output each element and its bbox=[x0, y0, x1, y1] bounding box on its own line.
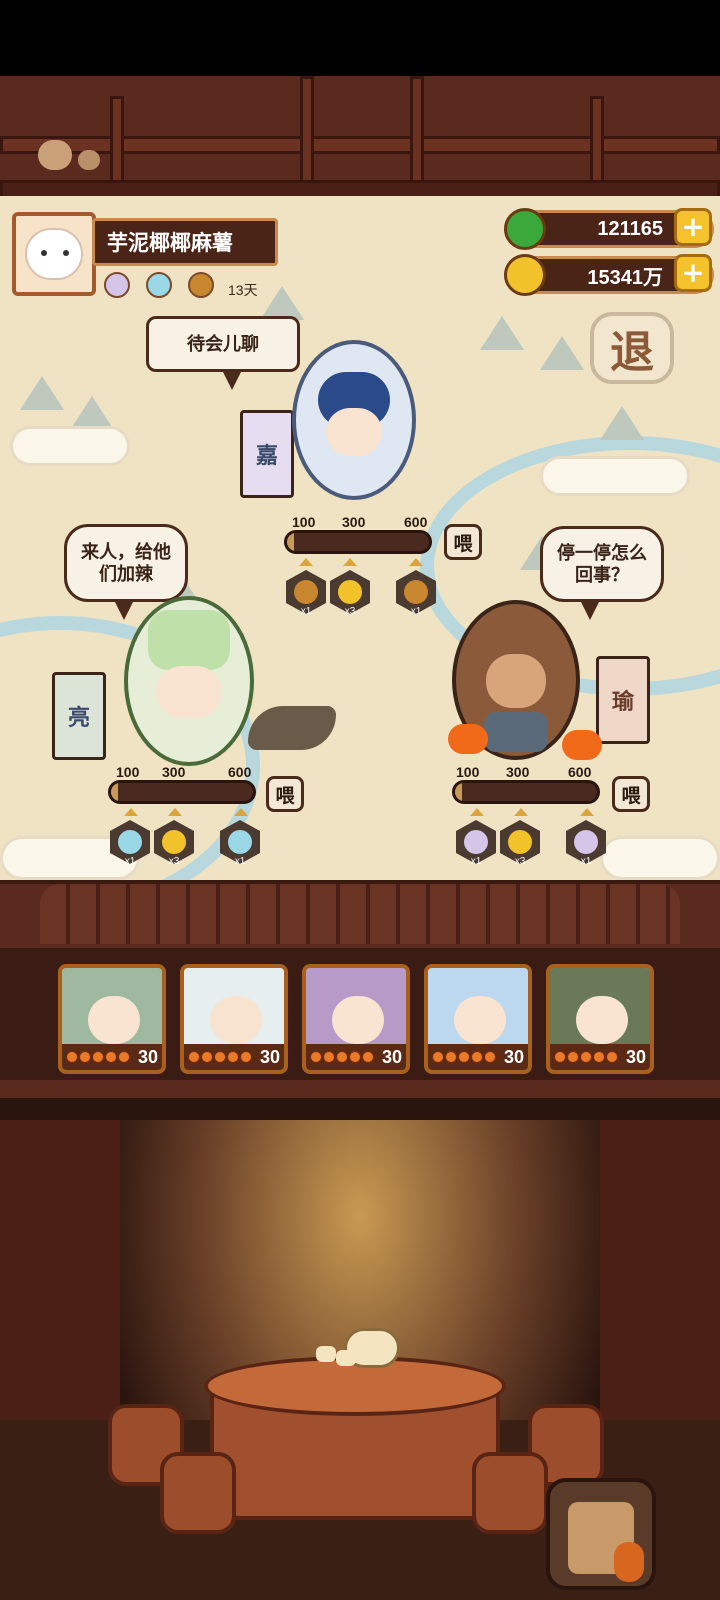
add-jade-button[interactable]: + bbox=[674, 208, 712, 246]
banner-top: 嘉 bbox=[240, 410, 294, 498]
roster-card[interactable]: 30 bbox=[58, 964, 166, 1074]
player-name: 芋泥椰椰麻薯 bbox=[92, 218, 278, 266]
star-rating bbox=[310, 1051, 374, 1063]
reward-count: x3 bbox=[344, 606, 356, 617]
stool[interactable] bbox=[472, 1452, 548, 1534]
star-icon bbox=[554, 1051, 566, 1063]
star-icon bbox=[593, 1051, 605, 1063]
coin-icon bbox=[504, 254, 546, 296]
stool[interactable] bbox=[160, 1452, 236, 1534]
affection-bar-top bbox=[284, 530, 432, 554]
coin-amount: 15341万 bbox=[587, 266, 663, 289]
banner-left: 亮 bbox=[52, 672, 106, 760]
character-portrait bbox=[550, 968, 650, 1050]
star-rating bbox=[188, 1051, 252, 1063]
star-icon bbox=[323, 1051, 335, 1063]
egg-icon bbox=[146, 272, 172, 298]
status-bar-area bbox=[0, 0, 720, 76]
key-icon bbox=[188, 272, 214, 298]
star-icon bbox=[336, 1051, 348, 1063]
feed-button-left[interactable]: 喂 bbox=[266, 776, 304, 812]
guest-character-left[interactable] bbox=[124, 596, 254, 766]
star-icon bbox=[458, 1051, 470, 1063]
goldfish-icon bbox=[448, 724, 488, 754]
feed-button-top[interactable]: 喂 bbox=[444, 524, 482, 560]
roster-card[interactable]: 30 bbox=[546, 964, 654, 1074]
character-level: 30 bbox=[259, 1046, 280, 1067]
star-rating bbox=[554, 1051, 618, 1063]
speech-bubble-left: 来人，给他们加辣 bbox=[64, 524, 188, 602]
star-rating bbox=[432, 1051, 496, 1063]
star-icon bbox=[105, 1051, 117, 1063]
reward-count: x1 bbox=[300, 606, 312, 617]
reward-count: x1 bbox=[410, 606, 422, 617]
player-avatar[interactable] bbox=[12, 212, 96, 296]
star-icon bbox=[349, 1051, 361, 1063]
sparrow-icon bbox=[38, 140, 72, 170]
affection-bar-right bbox=[452, 780, 600, 804]
star-icon bbox=[432, 1051, 444, 1063]
affection-bar-left bbox=[108, 780, 256, 804]
feed-button-right[interactable]: 喂 bbox=[612, 776, 650, 812]
star-icon bbox=[580, 1051, 592, 1063]
character-level: 30 bbox=[381, 1046, 402, 1067]
speech-bubble-top: 待会儿聊 bbox=[146, 316, 300, 372]
star-icon bbox=[92, 1051, 104, 1063]
jade-amount: 121165 bbox=[597, 217, 663, 240]
character-portrait bbox=[306, 968, 406, 1050]
tea-cup-icon bbox=[336, 1350, 356, 1366]
roster-card[interactable]: 30 bbox=[424, 964, 532, 1074]
jade-icon bbox=[504, 208, 546, 250]
roster-card[interactable]: 30 bbox=[302, 964, 410, 1074]
star-icon bbox=[310, 1051, 322, 1063]
character-portrait bbox=[62, 968, 162, 1050]
reward-count: x1 bbox=[580, 856, 592, 867]
tea-cup-icon bbox=[316, 1346, 336, 1362]
star-icon bbox=[240, 1051, 252, 1063]
star-icon bbox=[606, 1051, 618, 1063]
speech-bubble-right: 停一停怎么回事？ bbox=[540, 526, 664, 602]
reward-count: x3 bbox=[168, 856, 180, 867]
character-portrait bbox=[428, 968, 528, 1050]
character-level: 30 bbox=[137, 1046, 158, 1067]
reward-count: x1 bbox=[234, 856, 246, 867]
days-remaining: 13天 bbox=[228, 282, 258, 298]
guest-character-top[interactable] bbox=[292, 340, 416, 500]
character-level: 30 bbox=[503, 1046, 524, 1067]
star-rating bbox=[66, 1051, 130, 1063]
reward-count: x3 bbox=[514, 856, 526, 867]
character-level: 30 bbox=[625, 1046, 646, 1067]
exit-button[interactable]: 退 bbox=[590, 312, 674, 384]
star-icon bbox=[362, 1051, 374, 1063]
gourd-icon bbox=[614, 1542, 644, 1582]
reward-count: x1 bbox=[470, 856, 482, 867]
star-icon bbox=[445, 1051, 457, 1063]
backpack-button[interactable] bbox=[546, 1478, 656, 1590]
goldfish-icon bbox=[562, 730, 602, 760]
avatar-cat-icon bbox=[25, 228, 83, 280]
star-icon bbox=[66, 1051, 78, 1063]
star-icon bbox=[79, 1051, 91, 1063]
star-icon bbox=[188, 1051, 200, 1063]
guest-token-icon bbox=[104, 272, 130, 298]
roof-tiles bbox=[0, 880, 720, 948]
star-icon bbox=[201, 1051, 213, 1063]
star-icon bbox=[567, 1051, 579, 1063]
star-icon bbox=[484, 1051, 496, 1063]
star-icon bbox=[214, 1051, 226, 1063]
star-icon bbox=[471, 1051, 483, 1063]
reward-count: x1 bbox=[124, 856, 136, 867]
roster-card[interactable]: 30 bbox=[180, 964, 288, 1074]
star-icon bbox=[118, 1051, 130, 1063]
banner-right: 瑜 bbox=[596, 656, 650, 744]
roof-beams bbox=[0, 76, 720, 200]
character-portrait bbox=[184, 968, 284, 1050]
add-coins-button[interactable]: + bbox=[674, 254, 712, 292]
star-icon bbox=[227, 1051, 239, 1063]
